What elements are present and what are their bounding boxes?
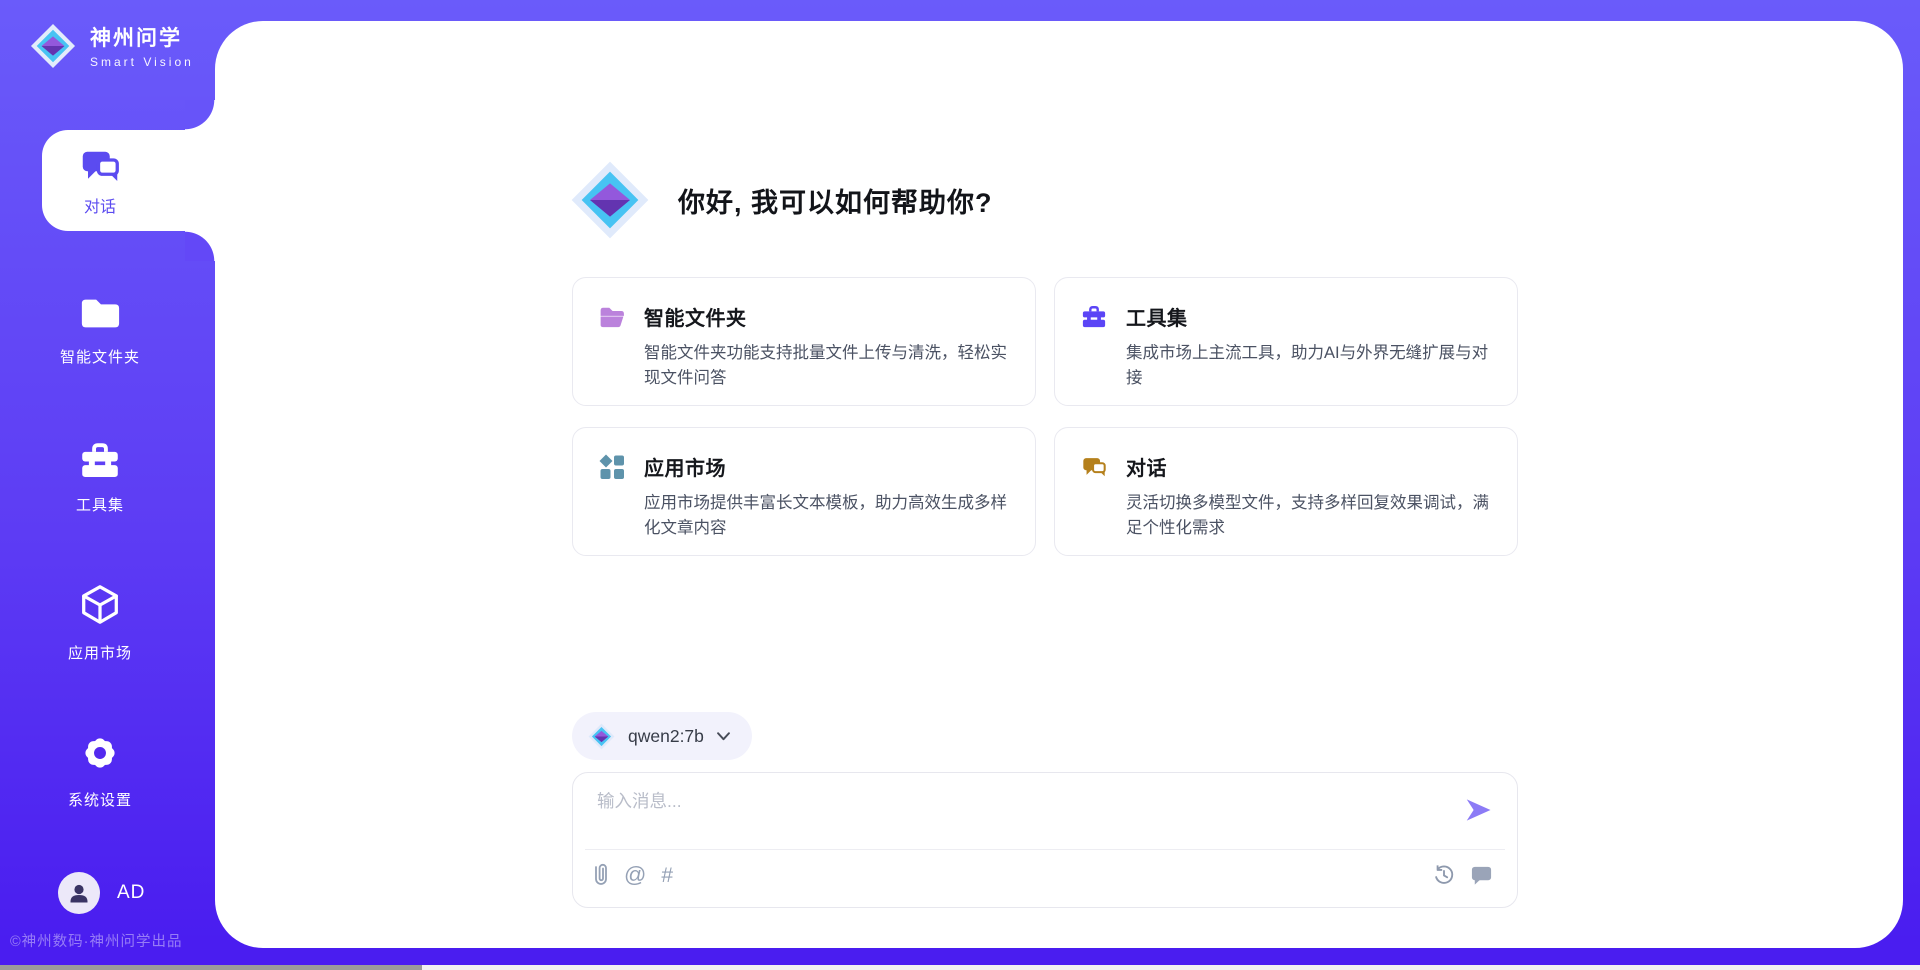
sidebar-footer: ©神州数码·神州问学出品 bbox=[10, 930, 215, 951]
brand-diamond-icon bbox=[30, 23, 76, 69]
card-app-market[interactable]: 应用市场 应用市场提供丰富长文本模板，助力高效生成多样化文章内容 bbox=[572, 427, 1036, 556]
send-icon[interactable] bbox=[1463, 795, 1493, 825]
user-account[interactable]: AD bbox=[58, 872, 145, 914]
app-grid-icon bbox=[599, 454, 625, 480]
model-diamond-icon bbox=[588, 723, 615, 750]
brand-subtitle: Smart Vision bbox=[90, 55, 194, 69]
sidebar-item-smart-folder[interactable]: 智能文件夹 bbox=[0, 294, 200, 367]
chevron-down-icon bbox=[717, 732, 730, 741]
brand-name: 神州问学 bbox=[90, 22, 194, 52]
card-smart-folder[interactable]: 智能文件夹 智能文件夹功能支持批量文件上传与清洗，轻松实现文件问答 bbox=[572, 277, 1036, 406]
folder-open-icon bbox=[599, 305, 625, 329]
toolbox-icon bbox=[1081, 304, 1107, 329]
sidebar-item-label: 对话 bbox=[84, 193, 116, 217]
chat-bubbles-icon bbox=[79, 145, 121, 187]
cube-icon bbox=[77, 582, 123, 628]
card-title: 对话 bbox=[1126, 452, 1167, 481]
card-title: 应用市场 bbox=[644, 452, 726, 481]
avatar bbox=[58, 872, 100, 914]
card-description: 灵活切换多模型文件，支持多样回复效果调试，满足个性化需求 bbox=[1126, 491, 1491, 541]
sidebar-item-chat[interactable]: 对话 bbox=[42, 130, 215, 231]
card-description: 智能文件夹功能支持批量文件上传与清洗，轻松实现文件问答 bbox=[644, 341, 1009, 391]
chat-bubble-icon[interactable] bbox=[1470, 863, 1493, 886]
tab-merge-corner-top bbox=[185, 100, 215, 130]
composer-tools-right bbox=[1433, 863, 1493, 886]
sidebar-item-settings[interactable]: 系统设置 bbox=[0, 731, 200, 810]
history-icon[interactable] bbox=[1433, 864, 1455, 886]
composer-tools-left: @ # bbox=[593, 863, 673, 887]
hash-icon[interactable]: # bbox=[661, 865, 673, 886]
user-name: AD bbox=[117, 882, 145, 904]
horizontal-scrollbar[interactable] bbox=[0, 965, 1920, 970]
card-description: 应用市场提供丰富长文本模板，助力高效生成多样化文章内容 bbox=[644, 491, 1009, 541]
composer-divider bbox=[585, 849, 1505, 850]
sidebar-item-toolset[interactable]: 工具集 bbox=[0, 440, 200, 515]
feature-cards: 智能文件夹 智能文件夹功能支持批量文件上传与清洗，轻松实现文件问答 工具集 集成… bbox=[572, 277, 1518, 556]
message-input[interactable] bbox=[597, 788, 1447, 843]
card-title: 智能文件夹 bbox=[644, 302, 747, 331]
card-description: 集成市场上主流工具，助力AI与外界无缝扩展与对接 bbox=[1126, 341, 1491, 391]
card-toolset[interactable]: 工具集 集成市场上主流工具，助力AI与外界无缝扩展与对接 bbox=[1054, 277, 1518, 406]
sidebar-item-label: 系统设置 bbox=[0, 789, 200, 810]
sidebar-item-app-market[interactable]: 应用市场 bbox=[0, 582, 200, 663]
paperclip-icon[interactable] bbox=[593, 863, 609, 887]
sidebar-item-label: 应用市场 bbox=[0, 642, 200, 663]
model-name: qwen2:7b bbox=[628, 726, 704, 747]
person-icon bbox=[66, 880, 92, 906]
at-icon[interactable]: @ bbox=[624, 864, 646, 886]
card-title: 工具集 bbox=[1126, 302, 1188, 331]
greeting-text: 你好, 我可以如何帮助你? bbox=[678, 181, 993, 220]
greeting-diamond-icon bbox=[570, 160, 650, 240]
message-composer: @ # bbox=[572, 772, 1518, 908]
tab-merge-corner-bottom bbox=[185, 231, 215, 261]
model-selector[interactable]: qwen2:7b bbox=[572, 712, 752, 760]
card-chat[interactable]: 对话 灵活切换多模型文件，支持多样回复效果调试，满足个性化需求 bbox=[1054, 427, 1518, 556]
greeting: 你好, 我可以如何帮助你? bbox=[570, 160, 993, 240]
gear-icon bbox=[78, 731, 122, 775]
sidebar-item-label: 智能文件夹 bbox=[0, 346, 200, 367]
scrollbar-thumb[interactable] bbox=[0, 965, 422, 970]
chat-bubbles-icon bbox=[1081, 454, 1107, 480]
folder-icon bbox=[79, 294, 121, 332]
app-logo: 神州问学 Smart Vision bbox=[30, 22, 194, 69]
toolbox-icon bbox=[79, 440, 121, 480]
sidebar-item-label: 工具集 bbox=[0, 494, 200, 515]
